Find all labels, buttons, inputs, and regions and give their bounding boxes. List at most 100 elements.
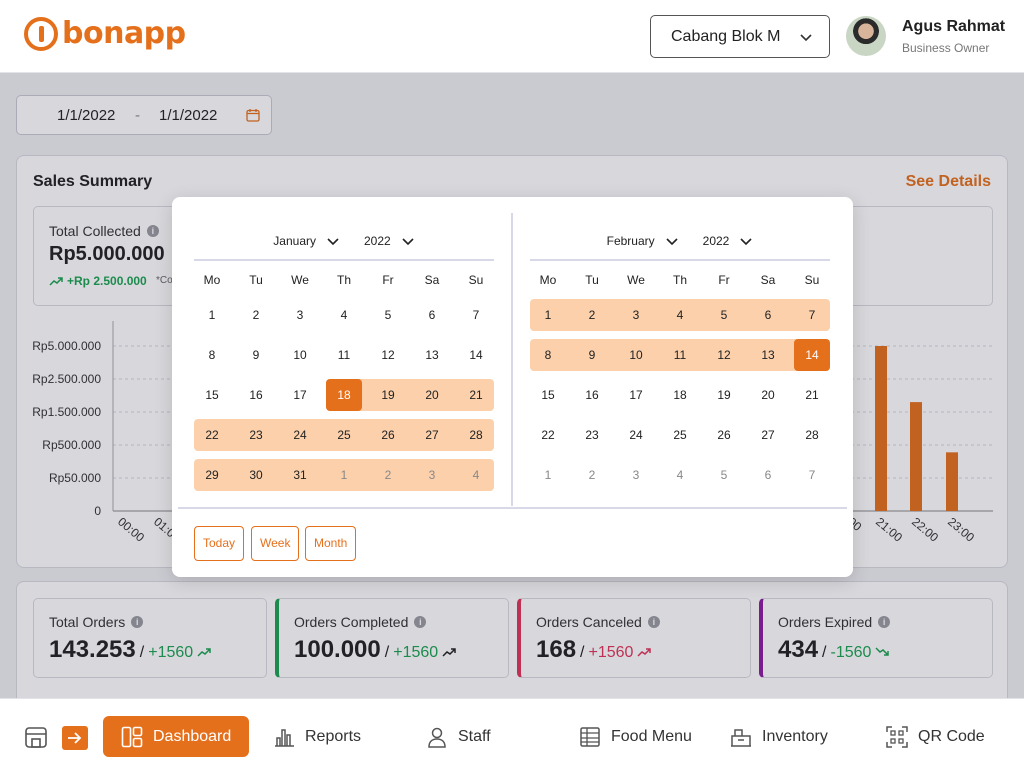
calendar-day[interactable]: 25 bbox=[662, 419, 698, 451]
calendar-day[interactable]: 18 bbox=[326, 379, 362, 411]
calendar-day[interactable]: 14 bbox=[458, 339, 494, 371]
calendar-day[interactable]: 17 bbox=[618, 379, 654, 411]
calendar-day[interactable]: 7 bbox=[794, 299, 830, 331]
calendar-day[interactable]: 30 bbox=[238, 459, 274, 491]
calendar-day[interactable]: 2 bbox=[370, 459, 406, 491]
calendar-day[interactable]: 3 bbox=[618, 299, 654, 331]
calendar-day[interactable]: 26 bbox=[706, 419, 742, 451]
calendar-day[interactable]: 3 bbox=[282, 299, 318, 331]
today-button[interactable]: Today bbox=[194, 526, 245, 561]
calendar-day[interactable]: 9 bbox=[574, 339, 610, 371]
calendar-day[interactable]: 1 bbox=[530, 299, 566, 331]
calendar-day[interactable]: 29 bbox=[194, 459, 230, 491]
bonapp-logo[interactable]: bonapp bbox=[24, 16, 186, 51]
expand-menu-button[interactable] bbox=[62, 726, 88, 750]
calendar-day[interactable]: 21 bbox=[458, 379, 494, 411]
calendar-day[interactable]: 14 bbox=[794, 339, 830, 371]
calendar-day[interactable]: 10 bbox=[282, 339, 318, 371]
calendar-day[interactable]: 1 bbox=[326, 459, 362, 491]
calendar-day[interactable]: 13 bbox=[414, 339, 450, 371]
month-button[interactable]: Month bbox=[305, 526, 357, 561]
calendar-day[interactable]: 24 bbox=[618, 419, 654, 451]
nav-qr-code[interactable]: QR Code bbox=[886, 716, 985, 757]
calendar-day[interactable]: 20 bbox=[414, 379, 450, 411]
calendar-day[interactable]: 2 bbox=[238, 299, 274, 331]
nav-label: Inventory bbox=[762, 727, 828, 745]
calendar-day[interactable]: 27 bbox=[414, 419, 450, 451]
calendar-day[interactable]: 3 bbox=[618, 459, 654, 491]
calendar-day[interactable]: 16 bbox=[238, 379, 274, 411]
calendar-day[interactable]: 7 bbox=[794, 459, 830, 491]
calendar-day[interactable]: 5 bbox=[706, 299, 742, 331]
calendar-day[interactable]: 6 bbox=[750, 459, 786, 491]
calendar-day[interactable]: 1 bbox=[194, 299, 230, 331]
calendar-day[interactable]: 31 bbox=[282, 459, 318, 491]
calendar-day[interactable]: 11 bbox=[662, 339, 698, 371]
calendar-day[interactable]: 21 bbox=[794, 379, 830, 411]
calendar-day[interactable]: 9 bbox=[238, 339, 274, 371]
calendar-day[interactable]: 8 bbox=[194, 339, 230, 371]
calendar-day[interactable]: 13 bbox=[750, 339, 786, 371]
calendar-day[interactable]: 10 bbox=[618, 339, 654, 371]
calendar-day[interactable]: 3 bbox=[414, 459, 450, 491]
calendar-day[interactable]: 28 bbox=[794, 419, 830, 451]
calendar-day[interactable]: 22 bbox=[530, 419, 566, 451]
person-icon bbox=[428, 727, 446, 748]
calendar-day[interactable]: 4 bbox=[662, 459, 698, 491]
weekday-header: Mo bbox=[539, 273, 557, 287]
calendar-day[interactable]: 25 bbox=[326, 419, 362, 451]
calendar-january: January 2022 Mo Tu We Th Fr Sa Su 1 2 3 4 5 6 7 8 9 10 11… bbox=[194, 213, 494, 506]
calendar-day[interactable]: 15 bbox=[530, 379, 566, 411]
user-role: Business Owner bbox=[902, 41, 990, 55]
calendar-day[interactable]: 16 bbox=[574, 379, 610, 411]
calendar-day[interactable]: 6 bbox=[750, 299, 786, 331]
calendar-day[interactable]: 4 bbox=[662, 299, 698, 331]
nav-staff[interactable]: Staff bbox=[426, 716, 491, 757]
calendar-day[interactable]: 1 bbox=[530, 459, 566, 491]
date-range-picker: January 2022 Mo Tu We Th Fr Sa Su 1 2 3 4 5 6 7 8 9 10 11… bbox=[172, 197, 853, 577]
calendar-day[interactable]: 12 bbox=[370, 339, 406, 371]
nav-food-menu[interactable]: Food Menu bbox=[579, 716, 692, 757]
nav-dashboard[interactable]: Dashboard bbox=[103, 716, 250, 757]
calendar-day[interactable]: 23 bbox=[574, 419, 610, 451]
calendar-day[interactable]: 17 bbox=[282, 379, 318, 411]
calendar-day[interactable]: 2 bbox=[574, 299, 610, 331]
calendar-day[interactable]: 12 bbox=[706, 339, 742, 371]
year-select[interactable]: 2022 bbox=[364, 229, 415, 253]
calendar-day[interactable]: 15 bbox=[194, 379, 230, 411]
calendar-day[interactable]: 19 bbox=[370, 379, 406, 411]
calendar-day[interactable]: 19 bbox=[706, 379, 742, 411]
year-select[interactable]: 2022 bbox=[703, 229, 754, 253]
chevron-right-icon bbox=[68, 732, 82, 744]
calendar-day[interactable]: 22 bbox=[194, 419, 230, 451]
nav-label: Food Menu bbox=[611, 727, 692, 745]
calendar-day[interactable]: 24 bbox=[282, 419, 318, 451]
calendar-day[interactable]: 18 bbox=[662, 379, 698, 411]
nav-inventory[interactable]: Inventory bbox=[730, 716, 828, 757]
nav-reports[interactable]: Reports bbox=[273, 716, 361, 757]
calendar-day[interactable]: 26 bbox=[370, 419, 406, 451]
calendar-day[interactable]: 27 bbox=[750, 419, 786, 451]
store-icon[interactable] bbox=[24, 725, 48, 749]
calendar-day[interactable]: 6 bbox=[414, 299, 450, 331]
calendar-day[interactable]: 23 bbox=[238, 419, 274, 451]
avatar[interactable] bbox=[846, 16, 886, 56]
week-button[interactable]: Week bbox=[251, 526, 300, 561]
calendar-day[interactable]: 2 bbox=[574, 459, 610, 491]
calendar-day[interactable]: 8 bbox=[530, 339, 566, 371]
month-year-selectors: January 2022 bbox=[194, 229, 494, 253]
calendar-day[interactable]: 5 bbox=[706, 459, 742, 491]
calendar-day[interactable]: 11 bbox=[326, 339, 362, 371]
weekday-header: Tu bbox=[249, 273, 263, 287]
calendar-day[interactable]: 4 bbox=[458, 459, 494, 491]
branch-selector[interactable]: Cabang Blok M bbox=[650, 15, 830, 58]
calendar-day[interactable]: 7 bbox=[458, 299, 494, 331]
weekday-header: We bbox=[627, 273, 645, 287]
calendar-day[interactable]: 4 bbox=[326, 299, 362, 331]
calendar-day[interactable]: 28 bbox=[458, 419, 494, 451]
calendar-day[interactable]: 5 bbox=[370, 299, 406, 331]
calendar-day[interactable]: 20 bbox=[750, 379, 786, 411]
month-select[interactable]: January bbox=[273, 229, 340, 253]
month-select[interactable]: February bbox=[607, 229, 679, 253]
inventory-icon bbox=[731, 728, 751, 747]
